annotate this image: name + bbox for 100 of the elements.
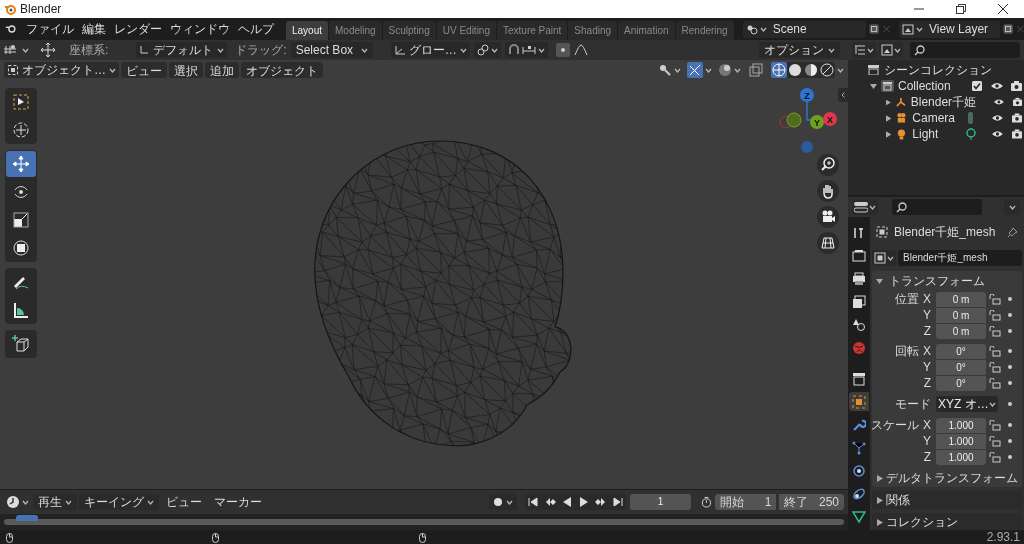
transform-orientation-dropdown[interactable]: グロー… [390,42,470,58]
solid-shading-icon[interactable] [787,62,803,78]
lock-icon[interactable] [989,377,1001,389]
keyframe-dot-icon[interactable] [1008,297,1012,301]
pivot-dropdown[interactable] [473,42,501,58]
panel-header[interactable]: デルタトランスフォーム [872,469,1022,487]
xray-icon[interactable] [749,63,763,77]
mode-dropdown[interactable]: オブジェクト… [4,62,119,78]
display-mode-dropdown[interactable] [852,42,876,58]
sidebar-toggle[interactable] [838,88,848,102]
search-field[interactable] [910,42,1020,58]
drag-dropdown[interactable]: Select Box [290,42,373,58]
end-frame-field[interactable]: 終了 250 [779,494,844,510]
axis-handle[interactable] [786,112,802,128]
keyframe-dot-icon[interactable] [1008,329,1012,333]
number-field[interactable]: 0° [936,375,986,391]
play-reverse-icon[interactable] [561,496,574,508]
number-field[interactable]: 1.000 [936,417,986,433]
search-field[interactable] [892,199,982,215]
outliner-row[interactable]: Blender千姫 [848,94,1024,110]
menu-button[interactable]: キーイング [79,494,159,510]
workspace-tab[interactable]: Texture Paint [497,21,568,40]
editor-type-dropdown[interactable] [852,199,878,215]
lock-icon[interactable] [989,345,1001,357]
number-field[interactable]: 0° [936,359,986,375]
grid-icon[interactable] [817,232,839,254]
falloff-curve-icon[interactable] [573,44,588,56]
workspace-tab[interactable]: Sculpting [382,21,436,40]
lock-icon[interactable] [989,451,1001,463]
view-layer-field[interactable]: View Layer [898,20,1000,38]
snap-dropdown[interactable] [504,42,548,58]
menu-button[interactable]: 選択 [169,62,203,78]
menu-button[interactable]: 再生 [33,494,77,510]
rendered-shading-icon[interactable] [819,62,835,78]
camera-icon[interactable] [1013,97,1022,107]
keyframe-dot-icon[interactable] [1008,455,1012,459]
camera-icon[interactable] [817,206,839,228]
move-arrows-icon[interactable] [39,42,57,58]
outliner-row[interactable]: Light [848,126,1024,142]
keyframe-dot-icon[interactable] [1008,313,1012,317]
outliner-row[interactable]: Collection [848,78,1024,94]
jump-start-icon[interactable] [527,496,540,508]
camera-icon[interactable] [1012,113,1022,123]
axis-handle[interactable]: Y [810,115,824,129]
hand-icon[interactable] [817,180,839,202]
menu-button[interactable]: ビュー [161,494,207,510]
workspace-tab[interactable]: Layout [285,21,328,40]
menu-item[interactable]: ファイル [21,20,78,38]
zoom-icon[interactable] [817,154,839,176]
visibility-icon[interactable] [658,63,672,77]
mode-dropdown[interactable]: XYZ オ… [936,396,998,412]
duplicate-icon[interactable] [868,23,880,35]
menu-button[interactable]: マーカー [209,494,267,510]
previous-keyframe-icon[interactable] [544,496,557,508]
pin-icon[interactable] [1007,226,1018,238]
duplicate-icon[interactable] [1002,23,1014,35]
panel-header[interactable]: 関係 [872,491,1022,509]
current-frame-field[interactable]: 1 [630,494,691,510]
menu-button[interactable]: 追加 [205,62,239,78]
options-dropdown[interactable] [1004,199,1020,215]
keyframe-dot-icon[interactable] [1008,381,1012,385]
workspace-tab[interactable]: Rendering [675,21,734,40]
keyframe-dot-icon[interactable] [1008,439,1012,443]
next-keyframe-icon[interactable] [595,496,608,508]
wireframe-shading-icon[interactable] [771,62,787,78]
number-field[interactable]: 1.000 [936,433,986,449]
keyframe-dot-icon[interactable] [1008,365,1012,369]
gizmo-toggle-icon[interactable] [687,62,703,78]
outliner-row[interactable]: Camera [848,110,1024,126]
disclosure-triangle-icon[interactable] [870,82,877,90]
options-dropdown[interactable]: オプション [759,42,840,58]
menu-item[interactable]: ウィンドウ [165,20,234,38]
keyframe-dot-icon[interactable] [1008,423,1012,427]
keyframe-dot-icon[interactable] [1008,402,1012,406]
workspace-tab[interactable]: Shading [568,21,618,40]
snap-pivot-icon[interactable] [4,44,18,56]
menu-item[interactable]: ヘルプ [233,20,278,38]
workspace-tab[interactable]: Animation [618,21,675,40]
lock-icon[interactable] [989,325,1001,337]
camera-icon[interactable] [1012,129,1022,139]
camera-icon[interactable] [1011,81,1022,91]
axis-handle[interactable]: X [823,112,837,126]
jump-end-icon[interactable] [612,496,625,508]
eye-icon[interactable] [992,114,1003,122]
number-field[interactable]: 0 m [936,307,986,323]
lock-icon[interactable] [989,435,1001,447]
object-browse-dropdown[interactable] [872,250,896,266]
checkbox[interactable] [972,81,982,91]
menu-button[interactable]: ビュー [121,62,167,78]
number-field[interactable]: 0 m [936,323,986,339]
stopwatch-icon[interactable] [700,496,712,508]
close-icon[interactable] [998,4,1008,14]
eye-icon[interactable] [991,82,1003,90]
record-button[interactable] [489,494,518,510]
menu-item[interactable]: レンダー [109,20,166,38]
filter-dropdown[interactable] [879,42,903,58]
lock-icon[interactable] [989,361,1001,373]
panel-header[interactable]: コレクション [872,513,1022,531]
scene-field[interactable]: Scene [742,20,866,38]
orientation-dropdown[interactable]: デフォルト [136,42,228,58]
